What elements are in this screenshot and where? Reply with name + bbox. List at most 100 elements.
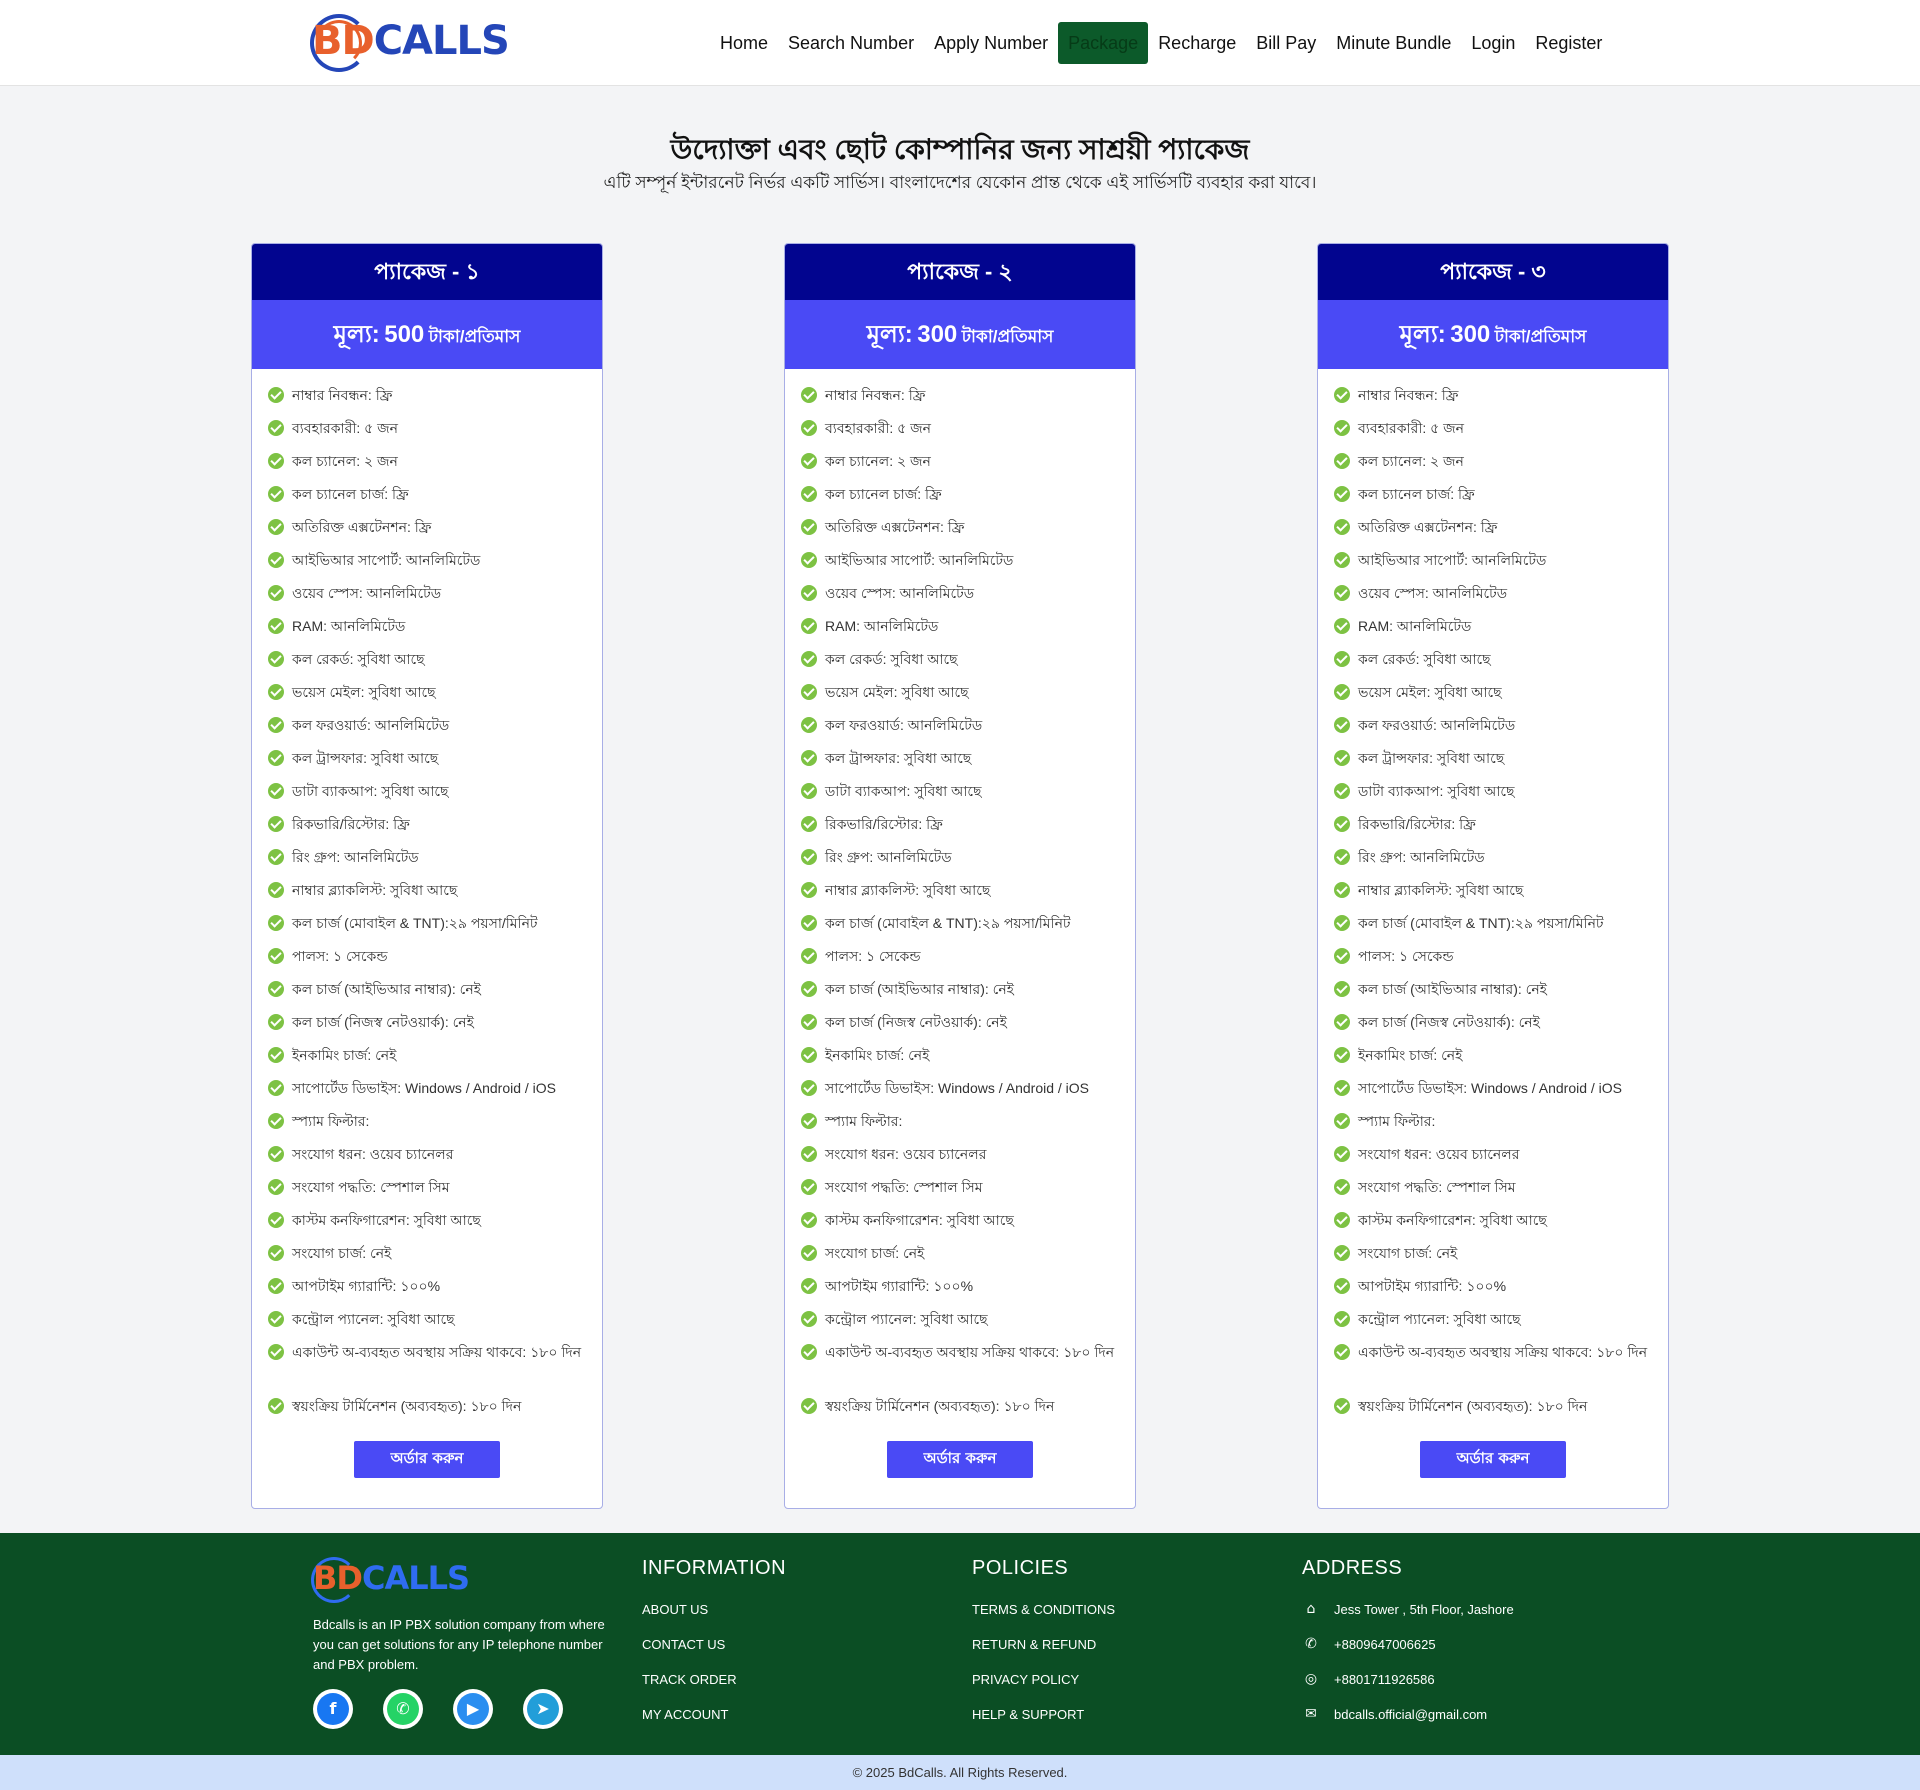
check-circle-icon [801, 1080, 817, 1096]
nav-login[interactable]: Login [1461, 22, 1525, 64]
feature-item: একাউন্ট অ-ব্যবহৃত অবস্থায় সক্রিয় থাকবে… [268, 1341, 586, 1395]
feature-text: আইভিআর সাপোর্ট: আনলিমিটেড [825, 552, 1014, 568]
check-circle-icon [801, 651, 817, 667]
check-circle-icon [801, 585, 817, 601]
nav-recharge[interactable]: Recharge [1148, 22, 1246, 64]
check-circle-icon [801, 1398, 817, 1414]
feature-item: সংযোগ চার্জ: নেই [1334, 1242, 1652, 1275]
check-circle-icon [1334, 1398, 1350, 1414]
feature-item: সংযোগ পদ্ধতি: স্পেশাল সিম [268, 1176, 586, 1209]
address-text: +8801711926586 [1334, 1672, 1435, 1687]
price-label: মূল্য: [866, 321, 913, 348]
footer-link-contact-us[interactable]: CONTACT US [642, 1635, 786, 1670]
check-circle-icon [1334, 1014, 1350, 1030]
feature-item: সংযোগ ধরন: ওয়েব চ্যানেলর [268, 1143, 586, 1176]
feature-text: নাম্বার ব্ল্যাকলিস্ট: সুবিধা আছে [825, 882, 991, 898]
nav-register[interactable]: Register [1525, 22, 1612, 64]
check-circle-icon [1334, 1278, 1350, 1294]
feature-text: সংযোগ পদ্ধতি: স্পেশাল সিম [1358, 1179, 1516, 1195]
bdcalls-logo[interactable]: BDCALLS [310, 12, 510, 74]
feature-text: আপটাইম গ্যারান্টি: ১০০% [292, 1278, 441, 1294]
feature-item: কল চ্যানেল: ২ জন [801, 450, 1119, 483]
feature-text: ব্যবহারকারী: ৫ জন [1358, 420, 1464, 436]
telegram-icon[interactable]: ➤ [523, 1689, 563, 1729]
feature-item: নাম্বার ব্ল্যাকলিস্ট: সুবিধা আছে [1334, 879, 1652, 912]
feature-text: পালস: ১ সেকেন্ড [292, 948, 388, 964]
feature-text: RAM: আনলিমিটেড [292, 618, 406, 634]
price-unit: টাকা/প্রতিমাস [1494, 327, 1587, 346]
nav-minute-bundle[interactable]: Minute Bundle [1326, 22, 1461, 64]
nav-search-number[interactable]: Search Number [778, 22, 924, 64]
feature-item: রিং গ্রুপ: আনলিমিটেড [801, 846, 1119, 879]
feature-text: কল রেকর্ড: সুবিধা আছে [292, 651, 425, 667]
check-circle-icon [268, 1245, 284, 1261]
facebook-icon[interactable]: f [313, 1689, 353, 1729]
order-button[interactable]: অর্ডার করুন [354, 1441, 500, 1478]
package-card: প্যাকেজ - ৩ মূল্য: 300 টাকা/প্রতিমাস নাম্ব… [1317, 243, 1669, 1509]
footer-link-help-support[interactable]: HELP & SUPPORT [972, 1705, 1115, 1740]
address-row: ◎ +8801711926586 [1302, 1670, 1514, 1705]
feature-text: ওয়েব স্পেস: আনলিমিটেড [1358, 585, 1508, 601]
feature-item: স্প্যাম ফিল্টার: [1334, 1110, 1652, 1143]
nav-apply-number[interactable]: Apply Number [924, 22, 1058, 64]
email-icon: ✉ [1305, 1706, 1317, 1722]
check-circle-icon [801, 387, 817, 403]
feature-text: কল ফরওয়ার্ড: আনলিমিটেড [825, 717, 983, 733]
footer-link-terms-conditions[interactable]: TERMS & CONDITIONS [972, 1600, 1115, 1635]
feature-text: কল ফরওয়ার্ড: আনলিমিটেড [292, 717, 450, 733]
feature-text: ভয়েস মেইল: সুবিধা আছে [1358, 684, 1502, 700]
footer-link-about-us[interactable]: ABOUT US [642, 1600, 786, 1635]
check-circle-icon [268, 387, 284, 403]
footer-link-return-refund[interactable]: RETURN & REFUND [972, 1635, 1115, 1670]
feature-item: কল ফরওয়ার্ড: আনলিমিটেড [268, 714, 586, 747]
footer-link-my-account[interactable]: MY ACCOUNT [642, 1705, 786, 1740]
check-circle-icon [801, 1245, 817, 1261]
feature-item: নাম্বার ব্ল্যাকলিস্ট: সুবিধা আছে [801, 879, 1119, 912]
package-price: মূল্য: 300 টাকা/প্রতিমাস [785, 300, 1135, 369]
feature-text: একাউন্ট অ-ব্যবহৃত অবস্থায় সক্রিয় থাকবে… [1358, 1344, 1648, 1360]
whatsapp-icon[interactable]: ✆ [383, 1689, 423, 1729]
check-circle-icon [268, 1212, 284, 1228]
check-circle-icon [801, 882, 817, 898]
feature-text: ইনকামিং চার্জ: নেই [1358, 1047, 1463, 1063]
feature-item: সংযোগ ধরন: ওয়েব চ্যানেলর [1334, 1143, 1652, 1176]
check-circle-icon [801, 816, 817, 832]
youtube-icon[interactable]: ▶ [453, 1689, 493, 1729]
address-text: bdcalls.official@gmail.com [1334, 1707, 1488, 1722]
order-button[interactable]: অর্ডার করুন [1420, 1441, 1566, 1478]
feature-text: রিকভারি/রিস্টোর: ফ্রি [292, 816, 410, 832]
feature-text: RAM: আনলিমিটেড [1358, 618, 1472, 634]
nav-package[interactable]: Package [1058, 22, 1149, 64]
feature-item: পালস: ১ সেকেন্ড [268, 945, 586, 978]
price-amount: 300 [1450, 321, 1491, 348]
feature-item: রিং গ্রুপ: আনলিমিটেড [1334, 846, 1652, 879]
phone-icon: ✆ [1305, 1636, 1317, 1652]
site-footer: BDCALLS Bdcalls is an IP PBX solution co… [0, 1533, 1920, 1755]
feature-item: ভয়েস মেইল: সুবিধা আছে [1334, 681, 1652, 714]
feature-item: সংযোগ ধরন: ওয়েব চ্যানেলর [801, 1143, 1119, 1176]
check-circle-icon [801, 1179, 817, 1195]
feature-item: কাস্টম কনফিগারেশন: সুবিধা আছে [801, 1209, 1119, 1242]
feature-text: কল চার্জ (মোবাইল & TNT):২৯ পয়সা/মিনিট [1358, 915, 1604, 931]
feature-text: ব্যবহারকারী: ৫ জন [292, 420, 398, 436]
package-price: মূল্য: 300 টাকা/প্রতিমাস [1318, 300, 1668, 369]
footer-link-track-order[interactable]: TRACK ORDER [642, 1670, 786, 1705]
check-circle-icon [801, 618, 817, 634]
feature-item: কল রেকর্ড: সুবিধা আছে [801, 648, 1119, 681]
feature-item: ভয়েস মেইল: সুবিধা আছে [801, 681, 1119, 714]
check-circle-icon [268, 1080, 284, 1096]
check-circle-icon [801, 948, 817, 964]
nav-bill-pay[interactable]: Bill Pay [1246, 22, 1326, 64]
footer-logo[interactable]: BDCALLS [311, 1557, 473, 1607]
feature-item: নাম্বার নিবন্ধন: ফ্রি [1334, 384, 1652, 417]
logo-text: BDCALLS [313, 1559, 470, 1597]
feature-item: RAM: আনলিমিটেড [268, 615, 586, 648]
feature-text: রিকভারি/রিস্টোর: ফ্রি [825, 816, 943, 832]
feature-item: স্বয়ংক্রিয় টার্মিনেশন (অব্যবহৃত): ১৮০ … [268, 1395, 586, 1428]
package-price: মূল্য: 500 টাকা/প্রতিমাস [252, 300, 602, 369]
check-circle-icon [801, 1311, 817, 1327]
footer-link-privacy-policy[interactable]: PRIVACY POLICY [972, 1670, 1115, 1705]
nav-home[interactable]: Home [710, 22, 778, 64]
order-button[interactable]: অর্ডার করুন [887, 1441, 1033, 1478]
feature-text: সংযোগ পদ্ধতি: স্পেশাল সিম [292, 1179, 450, 1195]
